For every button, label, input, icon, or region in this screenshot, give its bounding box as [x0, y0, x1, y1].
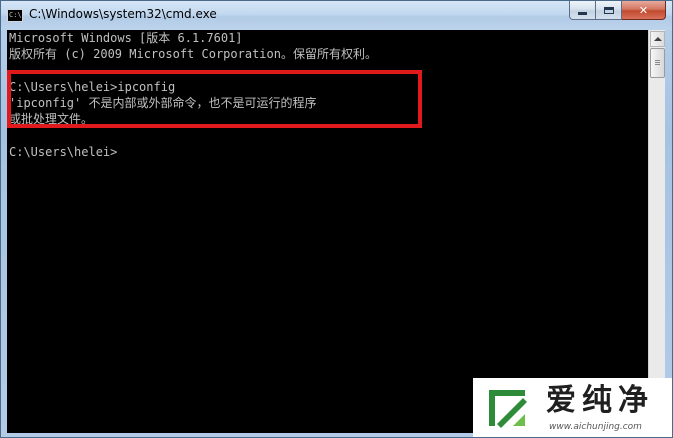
watermark-logo-icon: [489, 390, 527, 428]
minimize-button[interactable]: [569, 1, 596, 20]
cmd-window: C:\ C:\Windows\system32\cmd.exe ✕ Micros…: [0, 0, 673, 438]
maximize-icon: [603, 6, 614, 14]
console-line: 版权所有 (c) 2009 Microsoft Corporation。保留所有…: [9, 47, 377, 61]
vertical-scrollbar[interactable]: [648, 30, 665, 433]
title-bar[interactable]: C:\ C:\Windows\system32\cmd.exe ✕: [1, 1, 672, 30]
red-highlight-box: [7, 70, 422, 128]
grip-line: [655, 60, 660, 61]
scroll-thumb[interactable]: [650, 48, 665, 78]
watermark: 爱纯净 www.aichunjing.com: [473, 378, 672, 437]
maximize-button[interactable]: [596, 1, 622, 20]
grip-line: [655, 62, 660, 63]
scroll-up-button[interactable]: [650, 31, 665, 47]
close-button[interactable]: ✕: [622, 1, 666, 20]
close-icon: ✕: [638, 3, 649, 17]
console-prompt[interactable]: C:\Users\helei>: [9, 144, 117, 160]
console-output[interactable]: Microsoft Windows [版本 6.1.7601] 版权所有 (c)…: [7, 30, 648, 433]
cmd-icon[interactable]: C:\: [7, 9, 23, 22]
caption-buttons: ✕: [569, 1, 666, 21]
window-title: C:\Windows\system32\cmd.exe: [29, 7, 217, 21]
minimize-icon: [578, 11, 587, 15]
grip-line: [655, 64, 660, 65]
console-line: Microsoft Windows [版本 6.1.7601]: [9, 31, 243, 45]
watermark-url: www.aichunjing.com: [549, 422, 642, 432]
watermark-title: 爱纯净: [546, 383, 654, 418]
arrow-up-icon: [653, 37, 662, 41]
